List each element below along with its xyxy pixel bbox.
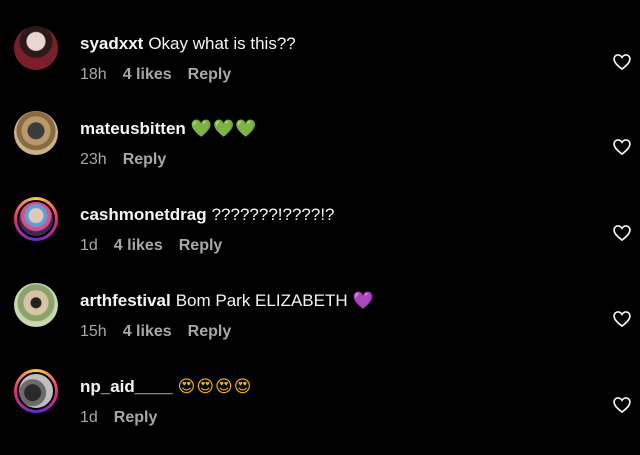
comment-item: syadxxt Okay what is this?? 18h 4 likes Rep… — [0, 26, 640, 112]
comment-text: ???????!????!? — [211, 205, 335, 224]
comment-item: mateusbitten 💚💚💚 23h Reply — [0, 111, 640, 197]
comment-username[interactable]: cashmonetdrag — [80, 205, 207, 224]
comment-username[interactable]: syadxxt — [80, 34, 143, 53]
avatar[interactable] — [14, 369, 58, 413]
reply-button[interactable]: Reply — [188, 323, 232, 340]
reply-button[interactable]: Reply — [114, 409, 158, 426]
comment-likes[interactable]: 4 likes — [114, 237, 163, 254]
avatar[interactable] — [14, 197, 58, 241]
avatar[interactable] — [14, 283, 58, 327]
comment-item: cashmonetdrag???????!????!? 1d 4 likes Rep… — [0, 197, 640, 283]
comment-item: arthfestival Bom Park ELIZABETH 💜 15h 4 lik… — [0, 283, 640, 369]
comment-username[interactable]: np_aid____ — [80, 377, 173, 396]
purple-heart-emoji: 💜 — [352, 291, 375, 311]
comment-time: 15h — [80, 323, 107, 340]
comment-time: 1d — [80, 409, 98, 426]
comment-time: 18h — [80, 66, 107, 83]
heart-outline-icon[interactable] — [612, 223, 632, 243]
heart-eyes-emoji: 😍😍😍😍 — [177, 377, 253, 397]
comment-likes[interactable]: 4 likes — [123, 66, 172, 83]
reply-button[interactable]: Reply — [179, 237, 223, 254]
comment-time: 1d — [80, 237, 98, 254]
heart-outline-icon[interactable] — [612, 395, 632, 415]
heart-outline-icon[interactable] — [612, 309, 632, 329]
reply-button[interactable]: Reply — [188, 66, 232, 83]
heart-outline-icon[interactable] — [612, 52, 632, 72]
avatar[interactable] — [14, 26, 58, 70]
comment-item: np_aid____ 😍😍😍😍 1d Reply — [0, 369, 640, 455]
comment-text: Okay what is this?? — [148, 34, 296, 53]
comment-username[interactable]: arthfestival — [80, 291, 171, 310]
heart-outline-icon[interactable] — [612, 137, 632, 157]
reply-button[interactable]: Reply — [123, 151, 167, 168]
comment-time: 23h — [80, 151, 107, 168]
comment-text: Bom Park ELIZABETH — [175, 291, 348, 310]
comment-likes[interactable]: 4 likes — [123, 323, 172, 340]
comment-username[interactable]: mateusbitten — [80, 119, 186, 138]
green-heart-emoji: 💚💚💚 — [190, 119, 258, 139]
avatar[interactable] — [14, 111, 58, 155]
